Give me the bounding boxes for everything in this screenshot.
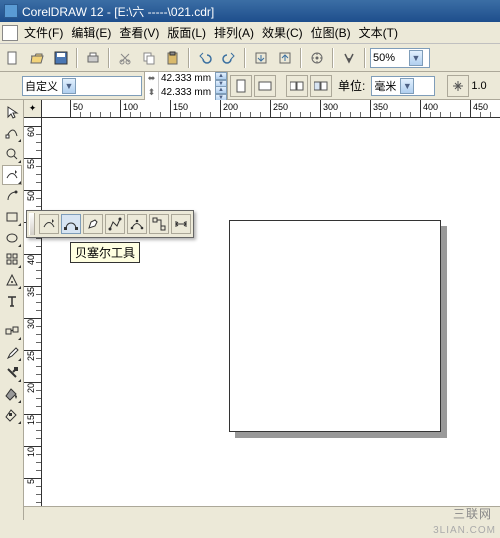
unit-combo[interactable]: 毫米 ▼ <box>371 76 435 96</box>
watermark-text: 三联网 <box>453 505 492 522</box>
pages-all-button[interactable] <box>286 75 308 97</box>
app-icon <box>4 4 18 18</box>
text-tool[interactable] <box>2 291 22 311</box>
curve-flyout[interactable] <box>26 210 194 238</box>
menu-effect[interactable]: 效果(C) <box>258 24 307 41</box>
polyline-icon[interactable] <box>105 214 125 234</box>
doc-icon <box>2 25 18 41</box>
horizontal-scrollbar[interactable] <box>24 506 500 520</box>
zoom-value[interactable] <box>373 52 405 64</box>
pick-tool[interactable] <box>2 102 22 122</box>
copy-button[interactable] <box>138 47 160 69</box>
redo-button[interactable] <box>218 47 240 69</box>
ellipse-tool[interactable] <box>2 228 22 248</box>
portrait-button[interactable] <box>230 75 252 97</box>
app-launcher-button[interactable] <box>306 47 328 69</box>
horizontal-ruler[interactable]: 50100150200250300350400450 <box>42 100 500 118</box>
zoom-tool[interactable] <box>2 144 22 164</box>
basic-shapes-tool[interactable] <box>2 270 22 290</box>
new-button[interactable] <box>2 47 24 69</box>
menu-arrange[interactable]: 排列(A) <box>210 24 258 41</box>
curve-tool[interactable] <box>2 165 22 185</box>
flyout-handle[interactable] <box>29 213 35 235</box>
eyedropper-tool[interactable] <box>2 342 22 362</box>
ruler-origin[interactable]: ✦ <box>24 100 42 118</box>
window-title: CorelDRAW 12 - [E:\六 -----\021.cdr] <box>22 3 214 20</box>
rectangle-tool[interactable] <box>2 207 22 227</box>
page <box>229 220 441 432</box>
connector-icon[interactable] <box>149 214 169 234</box>
3point-curve-icon[interactable] <box>127 214 147 234</box>
height-value[interactable] <box>159 87 215 98</box>
fill-tool[interactable] <box>2 384 22 404</box>
width-value[interactable] <box>159 73 215 84</box>
width-icon: ⬌ <box>145 72 159 86</box>
height-spinner[interactable]: ⬍ ▲▼ <box>145 86 227 100</box>
unit-label: 单位: <box>338 77 365 94</box>
options-button[interactable] <box>338 47 360 69</box>
menu-bar[interactable]: 文件(F) 编辑(E) 查看(V) 版面(L) 排列(A) 效果(C) 位图(B… <box>0 22 500 44</box>
menu-view[interactable]: 查看(V) <box>115 24 163 41</box>
pen-icon[interactable] <box>83 214 103 234</box>
dimension-icon[interactable] <box>171 214 191 234</box>
size-spinners: ⬌ ▲▼ ⬍ ▲▼ <box>144 71 228 101</box>
tooltip-text: 贝塞尔工具 <box>75 246 135 260</box>
preset-value: 自定义 <box>25 78 58 94</box>
pages-current-button[interactable] <box>310 75 332 97</box>
vertical-ruler[interactable]: 605550454035302520151050 <box>24 118 42 520</box>
menu-edit[interactable]: 编辑(E) <box>67 24 115 41</box>
polygon-tool[interactable] <box>2 249 22 269</box>
width-spinner[interactable]: ⬌ ▲▼ <box>145 72 227 86</box>
menu-layout[interactable]: 版面(L) <box>163 24 210 41</box>
zoom-drop-icon[interactable]: ▼ <box>409 50 423 66</box>
undo-button[interactable] <box>194 47 216 69</box>
print-button[interactable] <box>82 47 104 69</box>
cut-button[interactable] <box>114 47 136 69</box>
bezier-icon[interactable] <box>61 214 81 234</box>
preset-drop-icon[interactable]: ▼ <box>62 78 76 94</box>
shape-tool[interactable] <box>2 123 22 143</box>
standard-toolbar: ▼ <box>0 44 500 72</box>
nudge-icon-button[interactable] <box>447 75 469 97</box>
canvas-area[interactable]: ✦ 50100150200250300350400450 60555045403… <box>24 100 500 520</box>
watermark-url: 3LIAN.COM <box>433 525 496 536</box>
smart-draw-tool[interactable] <box>2 186 22 206</box>
open-button[interactable] <box>26 47 48 69</box>
save-button[interactable] <box>50 47 72 69</box>
blend-tool[interactable] <box>2 321 22 341</box>
title-bar: CorelDRAW 12 - [E:\六 -----\021.cdr] <box>0 0 500 22</box>
property-bar: 自定义 ▼ ⬌ ▲▼ ⬍ ▲▼ 单位: 毫米 ▼ 1.0 <box>0 72 500 100</box>
export-button[interactable] <box>274 47 296 69</box>
interactive-fill-tool[interactable] <box>2 405 22 425</box>
preset-combo[interactable]: 自定义 ▼ <box>22 76 142 96</box>
toolbox <box>0 100 24 520</box>
paste-button[interactable] <box>162 47 184 69</box>
scale-value: 1.0 <box>471 80 486 92</box>
unit-value: 毫米 <box>374 78 396 94</box>
height-icon: ⬍ <box>145 86 159 100</box>
tooltip: 贝塞尔工具 <box>70 242 140 263</box>
freehand-icon[interactable] <box>39 214 59 234</box>
workspace: ✦ 50100150200250300350400450 60555045403… <box>0 100 500 520</box>
landscape-button[interactable] <box>254 75 276 97</box>
outline-tool[interactable] <box>2 363 22 383</box>
menu-bitmap[interactable]: 位图(B) <box>307 24 355 41</box>
unit-drop-icon[interactable]: ▼ <box>400 78 414 94</box>
zoom-combo[interactable]: ▼ <box>370 48 430 68</box>
menu-file[interactable]: 文件(F) <box>20 24 67 41</box>
import-button[interactable] <box>250 47 272 69</box>
menu-text[interactable]: 文本(T) <box>355 24 402 41</box>
